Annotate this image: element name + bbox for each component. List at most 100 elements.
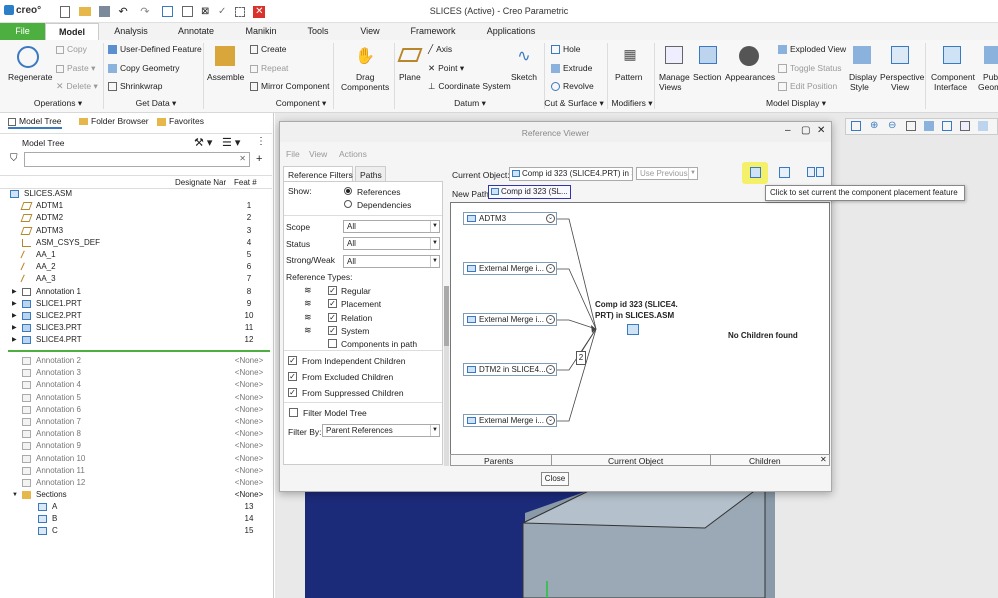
split-view-icon[interactable] xyxy=(807,167,815,177)
tree-row[interactable]: AA_2 6 xyxy=(0,261,272,273)
group-cut-surface[interactable]: Cut & Surface ▾ xyxy=(543,98,605,109)
current-object-icon[interactable] xyxy=(627,324,639,335)
reference-count-badge[interactable]: 2 xyxy=(576,351,586,365)
coordinate-system-button[interactable]: ⊥ Coordinate System xyxy=(428,81,511,92)
tools-icon[interactable]: ⚒ ▾ xyxy=(194,136,212,149)
tab-folder-browser[interactable]: Folder Browser xyxy=(79,116,149,126)
suppressed-tree-row[interactable]: Annotation 5 <None> xyxy=(0,392,272,404)
regenerate-small-icon[interactable] xyxy=(162,6,174,17)
menu-file[interactable]: File xyxy=(286,149,300,159)
section-item-row[interactable]: C 15 xyxy=(0,525,272,537)
reference-type-checkbox[interactable]: ✓ xyxy=(328,286,337,295)
parent-node-adtm3[interactable]: ADTM3 ⌄ xyxy=(463,212,557,225)
filter-by-select[interactable]: Parent References ▼ xyxy=(322,424,440,437)
tab-manikin[interactable]: Manikin xyxy=(234,23,288,40)
group-model-display[interactable]: Model Display ▾ xyxy=(756,98,836,109)
split-view-icon-2[interactable] xyxy=(816,167,824,177)
placement-feature-icon[interactable] xyxy=(750,167,761,178)
drag-components-button[interactable]: ✋ Drag Components xyxy=(338,44,392,94)
expand-icon[interactable]: ⌄ xyxy=(546,214,555,223)
from-option-checkbox[interactable]: ✓ xyxy=(288,388,297,397)
menu-actions[interactable]: Actions xyxy=(339,149,367,159)
from-option-checkbox[interactable]: ✓ xyxy=(288,372,297,381)
section-item-row[interactable]: B 14 xyxy=(0,513,272,525)
current-object-field[interactable]: Comp id 323 (SLICE4.PRT) in S xyxy=(509,167,633,181)
suppressed-tree-row[interactable]: Annotation 12 <None> xyxy=(0,477,272,489)
appearances-button[interactable]: Appearances xyxy=(725,44,775,94)
menu-view[interactable]: View xyxy=(309,149,327,159)
status-select[interactable]: All ▼ xyxy=(343,237,440,250)
redo-icon[interactable]: ↷ xyxy=(140,5,149,18)
tab-annotate[interactable]: Annotate xyxy=(168,23,224,40)
expand-arrow-icon[interactable]: ▶ xyxy=(12,310,17,322)
regenerate-button[interactable]: Regenerate xyxy=(6,44,52,94)
reference-type-checkbox[interactable]: ✓ xyxy=(328,326,337,335)
expand-icon[interactable]: ⌄ xyxy=(546,416,555,425)
filter-model-tree-checkbox[interactable] xyxy=(289,408,298,417)
section-item-row[interactable]: A 13 xyxy=(0,501,272,513)
mirror-component-button[interactable]: Mirror Component xyxy=(250,81,330,92)
exploded-view-button[interactable]: Exploded View xyxy=(778,44,846,55)
toggle-status-button[interactable]: Toggle Status xyxy=(778,63,842,74)
dialog-title-bar[interactable]: Reference Viewer – ▢ ✕ xyxy=(280,122,831,142)
tab-framework[interactable]: Framework xyxy=(403,23,463,40)
tree-search-input[interactable]: ✕ xyxy=(24,152,250,167)
parent-node-merge-2[interactable]: External Merge i... ⌄ xyxy=(463,313,557,326)
zoom-out-icon[interactable]: ⊖ xyxy=(888,120,896,131)
maximize-icon[interactable]: ▢ xyxy=(801,125,810,136)
zoom-in-icon[interactable]: ⊕ xyxy=(870,120,878,131)
tree-row[interactable]: ADTM2 2 xyxy=(0,212,272,224)
tree-row[interactable]: AA_3 7 xyxy=(0,273,272,285)
reference-type-checkbox[interactable] xyxy=(328,339,337,348)
suppressed-tree-row[interactable]: Annotation 8 <None> xyxy=(0,428,272,440)
section-small-icon[interactable] xyxy=(978,121,988,131)
settings-icon[interactable]: ☰ ▾ xyxy=(222,136,240,149)
group-datum[interactable]: Datum ▾ xyxy=(448,98,492,109)
strong-weak-select[interactable]: All ▼ xyxy=(343,255,440,268)
expand-arrow-icon[interactable]: ▶ xyxy=(12,286,17,298)
tree-row[interactable]: ADTM1 1 xyxy=(0,200,272,212)
suppressed-tree-row[interactable]: Annotation 2 <None> xyxy=(0,355,272,367)
user-defined-feature-button[interactable]: User-Defined Feature xyxy=(108,44,202,55)
repaint-icon[interactable] xyxy=(906,121,916,131)
pattern-button[interactable]: ▦ Pattern xyxy=(612,44,648,94)
radio-references[interactable] xyxy=(344,187,352,195)
suppressed-tree-row[interactable]: Annotation 3 <None> xyxy=(0,367,272,379)
red-close-icon[interactable]: ✕ xyxy=(253,5,266,18)
copy-button[interactable]: Copy xyxy=(56,44,87,54)
tree-row[interactable]: ▶ Annotation 1 8 xyxy=(0,286,272,298)
tree-row[interactable]: ADTM3 3 xyxy=(0,225,272,237)
filters-scrollbar[interactable] xyxy=(444,286,449,466)
delete-button[interactable]: ✕ Delete ▾ xyxy=(56,81,98,92)
scrollbar-thumb[interactable] xyxy=(444,286,449,346)
manage-views-button[interactable]: Manage Views xyxy=(657,44,691,94)
group-component[interactable]: Component ▾ xyxy=(268,98,334,109)
expand-icon[interactable]: ⌄ xyxy=(546,315,555,324)
close-children-icon[interactable]: ✕ xyxy=(820,455,827,464)
shrinkwrap-button[interactable]: Shrinkwrap xyxy=(108,81,163,92)
publish-geometry-button[interactable]: Publ Geom xyxy=(978,44,998,94)
extrude-button[interactable]: Extrude xyxy=(551,63,592,74)
refit-icon[interactable] xyxy=(851,121,861,131)
assemble-button[interactable]: Assemble xyxy=(206,44,244,94)
undo-icon[interactable]: ↶ xyxy=(119,5,128,18)
tab-model-tree[interactable]: Model Tree xyxy=(8,116,62,129)
suppressed-tree-row[interactable]: Annotation 10 <None> xyxy=(0,453,272,465)
component-interface-button[interactable]: Component Interface xyxy=(928,44,976,94)
tab-favorites[interactable]: Favorites xyxy=(157,116,204,126)
parent-node-merge-3[interactable]: External Merge i... ⌄ xyxy=(463,414,557,427)
suppressed-tree-row[interactable]: Annotation 4 <None> xyxy=(0,379,272,391)
sketch-button[interactable]: ∿ Sketch xyxy=(510,44,538,94)
tab-file[interactable]: File xyxy=(0,23,45,40)
expand-icon[interactable]: ⌄ xyxy=(546,264,555,273)
use-previous-select[interactable]: Use Previous ▼ xyxy=(636,167,698,180)
tab-view[interactable]: View xyxy=(350,23,390,40)
expand-arrow-icon[interactable]: ▶ xyxy=(12,322,17,334)
tab-reference-filters[interactable]: Reference Filters xyxy=(283,166,353,181)
saved-orientations-icon[interactable] xyxy=(942,121,952,131)
add-column-icon[interactable]: + xyxy=(256,153,262,165)
display-style-small-icon[interactable] xyxy=(924,121,934,131)
minimize-icon[interactable]: – xyxy=(785,125,791,136)
parent-node-merge-1[interactable]: External Merge i... ⌄ xyxy=(463,262,557,275)
windows-icon[interactable] xyxy=(181,6,193,17)
